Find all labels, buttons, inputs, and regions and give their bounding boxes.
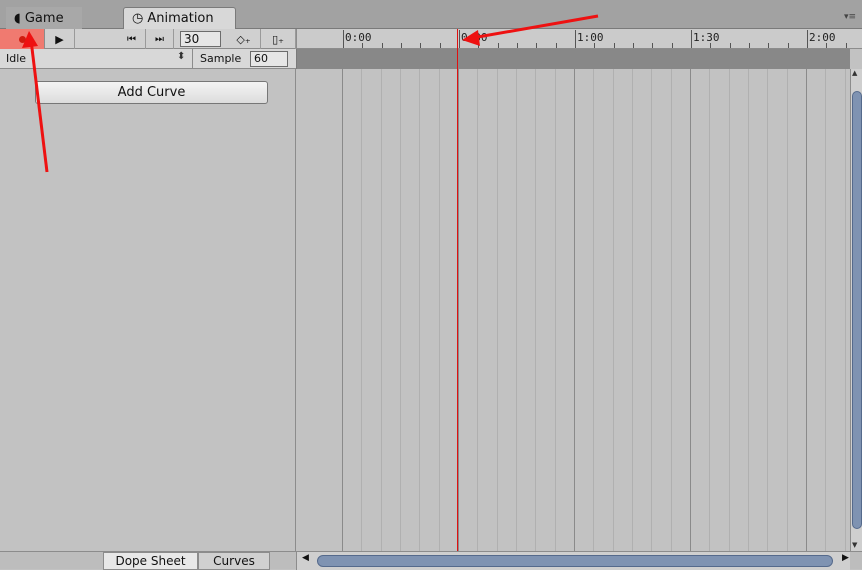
tab-menu-icon[interactable]: ▾≡ xyxy=(844,12,856,22)
ruler-tick xyxy=(536,43,538,48)
ruler-label: 0:30 xyxy=(461,31,488,44)
ruler-tick xyxy=(845,43,847,48)
ruler-tick xyxy=(691,30,692,48)
tab-game-label: Game xyxy=(24,10,64,26)
ruler-tick xyxy=(575,30,576,48)
sample-label: Sample xyxy=(192,49,250,69)
editor-tab-bar: ◖ Game ◷ Animation ▾≡ xyxy=(0,0,862,29)
ruler-label: 0:00 xyxy=(345,31,372,44)
add-keyframe-button[interactable]: ◇₊ xyxy=(227,29,261,49)
pacman-icon: ◖ xyxy=(14,10,21,26)
scroll-left-icon[interactable]: ◀ xyxy=(302,553,309,563)
timeline-grid-line xyxy=(419,69,421,551)
ruler-label: 2:00 xyxy=(809,31,836,44)
ruler-tick xyxy=(652,43,654,48)
add-event-icon: ▯₊ xyxy=(272,32,284,46)
ruler-tick xyxy=(633,43,634,48)
timeline-grid-line xyxy=(670,69,672,551)
vertical-scrollbar[interactable]: ▲ ▼ xyxy=(850,69,862,551)
horizontal-scroll-thumb[interactable] xyxy=(317,555,833,567)
timeline-grid-line xyxy=(361,69,363,551)
ruler-tick xyxy=(729,43,731,48)
add-event-button[interactable]: ▯₊ xyxy=(261,29,296,49)
timeline-grid-line xyxy=(342,69,343,551)
timeline-grid-line xyxy=(728,69,730,551)
ruler-tick xyxy=(555,43,557,48)
prev-keyframe-icon: ⏮ xyxy=(127,33,136,45)
record-icon xyxy=(18,35,26,43)
timeline-grid-line xyxy=(767,69,769,551)
timeline-grid-line xyxy=(438,69,440,551)
ruler-tick xyxy=(343,30,344,48)
property-pane: Add Curve xyxy=(0,69,296,551)
timeline-grid-line xyxy=(690,69,691,551)
ruler-tick xyxy=(517,43,518,48)
tab-animation-label: Animation xyxy=(147,11,214,26)
add-curve-button[interactable]: Add Curve xyxy=(35,81,268,104)
timeline-grid-line xyxy=(806,69,807,551)
ruler-tick xyxy=(787,43,789,48)
ruler-label: 1:30 xyxy=(693,31,720,44)
frame-input[interactable]: 30 xyxy=(180,31,221,47)
timeline-grid-line xyxy=(380,69,382,551)
timeline-grid-line xyxy=(593,69,595,551)
clock-icon: ◷ xyxy=(132,11,144,26)
timeline-grid-line xyxy=(612,69,614,551)
ruler-tick xyxy=(420,43,422,48)
timeline-grid-line xyxy=(786,69,788,551)
tab-curves[interactable]: Curves xyxy=(198,552,270,570)
next-keyframe-button[interactable]: ⏭ xyxy=(146,29,174,49)
tab-dope-sheet[interactable]: Dope Sheet xyxy=(103,552,198,570)
timeline-grid-line xyxy=(496,69,498,551)
sample-input[interactable]: 60 xyxy=(250,51,288,67)
time-ruler[interactable]: 0:00 0:30 1:00 1:30 2:00 xyxy=(296,29,862,49)
scroll-right-icon[interactable]: ▶ xyxy=(842,553,849,563)
bottom-bar: Dope Sheet Curves ◀ xyxy=(0,551,862,570)
dropdown-arrows-icon: ⬍ xyxy=(177,51,186,62)
prev-keyframe-button[interactable]: ⏮ xyxy=(118,29,146,49)
vertical-scroll-thumb[interactable] xyxy=(852,91,862,529)
timeline-grid-line xyxy=(632,69,633,551)
timeline-grid-line xyxy=(709,69,711,551)
ruler-tick xyxy=(749,43,750,48)
record-button[interactable] xyxy=(0,29,45,49)
timeline-grid-line xyxy=(516,69,517,551)
timeline-grid-line xyxy=(400,69,401,551)
timeline-grid-line xyxy=(554,69,556,551)
next-keyframe-icon: ⏭ xyxy=(155,33,164,45)
clip-row: Idle ⬍ Sample 60 xyxy=(0,49,296,69)
animation-toolbar: ▶ ⏮ ⏭ 30 ◇₊ ▯₊ xyxy=(0,29,296,49)
ruler-tick xyxy=(768,43,770,48)
ruler-tick xyxy=(807,30,808,48)
tab-animation[interactable]: ◷ Animation xyxy=(123,7,236,29)
ruler-tick xyxy=(381,43,383,48)
ruler-label: 1:00 xyxy=(577,31,604,44)
playhead-line[interactable] xyxy=(457,29,458,552)
add-keyframe-icon: ◇₊ xyxy=(236,32,251,46)
timeline-grid-line xyxy=(574,69,575,551)
ruler-tick xyxy=(613,43,615,48)
tab-game[interactable]: ◖ Game xyxy=(6,7,82,29)
ruler-tick xyxy=(401,43,402,48)
timeline-grid-line xyxy=(844,69,846,551)
timeline-grid-line xyxy=(458,69,459,551)
play-icon: ▶ xyxy=(55,32,64,46)
timeline-grid-line xyxy=(748,69,749,551)
timeline-grid-line xyxy=(477,69,479,551)
horizontal-scrollbar[interactable]: ◀ xyxy=(296,552,850,570)
play-button[interactable]: ▶ xyxy=(45,29,75,49)
ruler-tick xyxy=(459,30,460,48)
ruler-tick xyxy=(439,43,441,48)
timeline-grid-line xyxy=(825,69,827,551)
scroll-up-icon[interactable]: ▲ xyxy=(852,69,857,77)
dopesheet-timeline[interactable] xyxy=(296,69,850,551)
timeline-grid-line xyxy=(535,69,537,551)
ruler-tick xyxy=(497,43,499,48)
timeline-grid-line xyxy=(651,69,653,551)
clip-dropdown[interactable]: Idle xyxy=(6,51,192,67)
ruler-tick xyxy=(671,43,673,48)
scroll-down-icon[interactable]: ▼ xyxy=(852,541,857,549)
summary-strip xyxy=(296,49,850,69)
